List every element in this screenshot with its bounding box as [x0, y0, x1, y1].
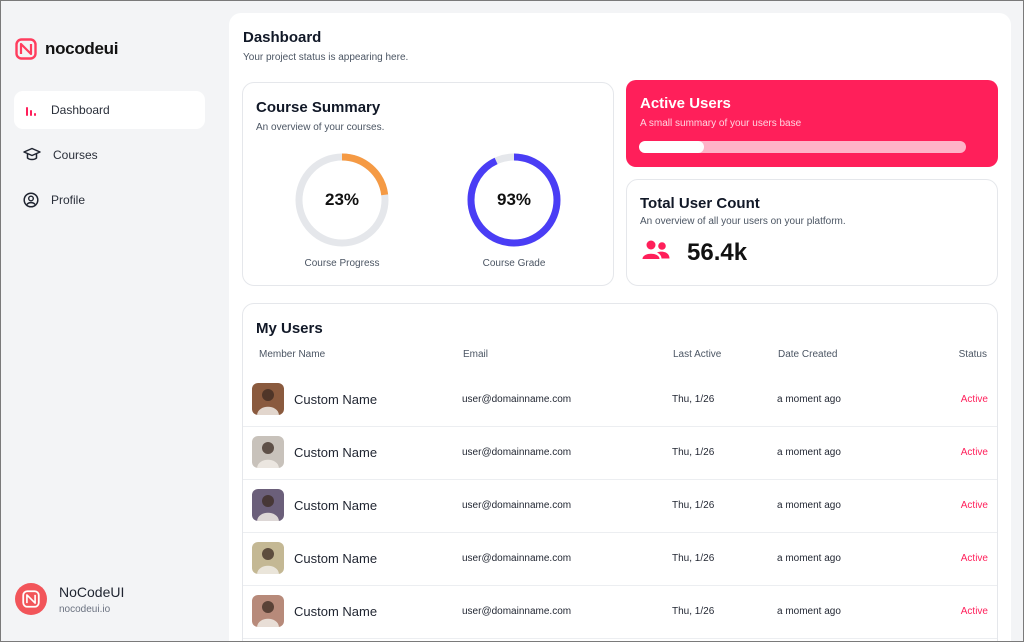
course-summary-subtitle: An overview of your courses.	[256, 122, 385, 133]
avatar	[15, 583, 47, 615]
course-summary-title: Course Summary	[256, 99, 381, 116]
column-header-email[interactable]: Email	[463, 349, 488, 360]
nocodeui-logo-icon	[15, 38, 37, 60]
member-name: Custom Name	[294, 392, 378, 407]
sidebar-item-label: Dashboard	[51, 103, 110, 117]
member-email: user@domainname.com	[462, 553, 572, 564]
sidebar-item-dashboard[interactable]: Dashboard	[14, 91, 205, 129]
graduation-cap-icon	[23, 147, 41, 163]
user-circle-icon	[23, 192, 39, 208]
total-users-value: 56.4k	[687, 238, 748, 266]
member-last-active: Thu, 1/26	[672, 447, 715, 458]
users-table-title: My Users	[256, 320, 323, 337]
users-icon	[641, 238, 671, 267]
table-row[interactable]: Custom Name user@domainname.com Thu, 1/26 a…	[243, 533, 997, 586]
member-last-active: Thu, 1/26	[672, 500, 715, 511]
member-email: user@domainname.com	[462, 500, 572, 511]
course-grade-value: 93%	[496, 190, 532, 209]
member-date-created: a moment ago	[777, 447, 841, 458]
column-header-date-created[interactable]: Date Created	[778, 349, 837, 360]
active-users-progress-bar	[639, 141, 966, 153]
sidebar-nav: Dashboard Courses Profile	[14, 91, 205, 226]
column-header-last-active[interactable]: Last Active	[673, 349, 721, 360]
status-badge: Active	[960, 447, 988, 458]
member-name: Custom Name	[294, 604, 378, 619]
sidebar-item-label: Profile	[51, 193, 86, 207]
table-row[interactable]: Custom Name user@domainname.com Thu, 1/26 a…	[243, 586, 997, 639]
member-date-created: a moment ago	[777, 500, 841, 511]
member-email: user@domainname.com	[462, 447, 572, 458]
user-avatar	[252, 595, 284, 627]
course-grade-ring: 93%	[464, 150, 564, 250]
user-avatar	[252, 489, 284, 521]
total-users-subtitle: An overview of all your users on your pl…	[640, 216, 846, 227]
column-header-member-name[interactable]: Member Name	[259, 349, 325, 360]
status-badge: Active	[960, 606, 988, 617]
sidebar-item-courses[interactable]: Courses	[14, 136, 205, 174]
table-row[interactable]: Custom Name user@domainname.com Thu, 1/26 a…	[243, 427, 997, 480]
user-avatar	[252, 542, 284, 574]
sidebar-item-profile[interactable]: Profile	[14, 181, 205, 219]
main-panel: Dashboard Your project status is appeari…	[229, 13, 1011, 642]
course-progress-label: Course Progress	[304, 258, 380, 269]
member-date-created: a moment ago	[777, 394, 841, 405]
table-row[interactable]: Custom Name user@domainname.com Thu, 1/26 a…	[243, 374, 997, 427]
sidebar-user[interactable]: NoCodeUI nocodeui.io	[15, 583, 124, 615]
active-users-title: Active Users	[640, 95, 731, 112]
table-row[interactable]: Custom Name user@domainname.com Thu, 1/26 a…	[243, 480, 997, 533]
sidebar-item-label: Courses	[53, 148, 98, 162]
member-date-created: a moment ago	[777, 606, 841, 617]
member-email: user@domainname.com	[462, 394, 572, 405]
user-avatar	[252, 383, 284, 415]
status-badge: Active	[960, 394, 988, 405]
course-grade-label: Course Grade	[482, 258, 546, 269]
course-summary-card: Course Summary An overview of your cours…	[242, 82, 614, 286]
page-subtitle: Your project status is appearing here.	[243, 52, 409, 63]
sidebar-user-site: nocodeui.io	[59, 603, 111, 615]
sidebar-user-name: NoCodeUI	[59, 583, 125, 600]
member-last-active: Thu, 1/26	[672, 606, 715, 617]
status-badge: Active	[960, 500, 988, 511]
member-last-active: Thu, 1/26	[672, 394, 715, 405]
member-name: Custom Name	[294, 551, 378, 566]
page-title: Dashboard	[243, 29, 322, 46]
active-users-card: Active Users A small summary of your use…	[626, 80, 998, 167]
active-users-subtitle: A small summary of your users base	[640, 118, 802, 129]
brand-name: nocodeui	[45, 39, 119, 58]
column-header-status[interactable]: Status	[959, 349, 987, 360]
bar-chart-icon	[23, 102, 39, 118]
active-users-progress-fill	[639, 141, 705, 153]
total-users-title: Total User Count	[640, 195, 760, 212]
member-name: Custom Name	[294, 445, 378, 460]
course-progress-ring: 23%	[292, 150, 392, 250]
brand-logo[interactable]: nocodeui	[15, 38, 118, 60]
user-avatar	[252, 436, 284, 468]
status-badge: Active	[960, 553, 988, 564]
sidebar: nocodeui Dashboard Courses Profile NoCod…	[1, 1, 222, 641]
member-email: user@domainname.com	[462, 606, 572, 617]
users-table-card: My Users Member Name Email Last Active D…	[242, 303, 998, 642]
member-last-active: Thu, 1/26	[672, 553, 715, 564]
member-name: Custom Name	[294, 498, 378, 513]
total-users-card: Total User Count An overview of all your…	[626, 179, 998, 286]
course-progress-value: 23%	[324, 190, 360, 209]
member-date-created: a moment ago	[777, 553, 841, 564]
